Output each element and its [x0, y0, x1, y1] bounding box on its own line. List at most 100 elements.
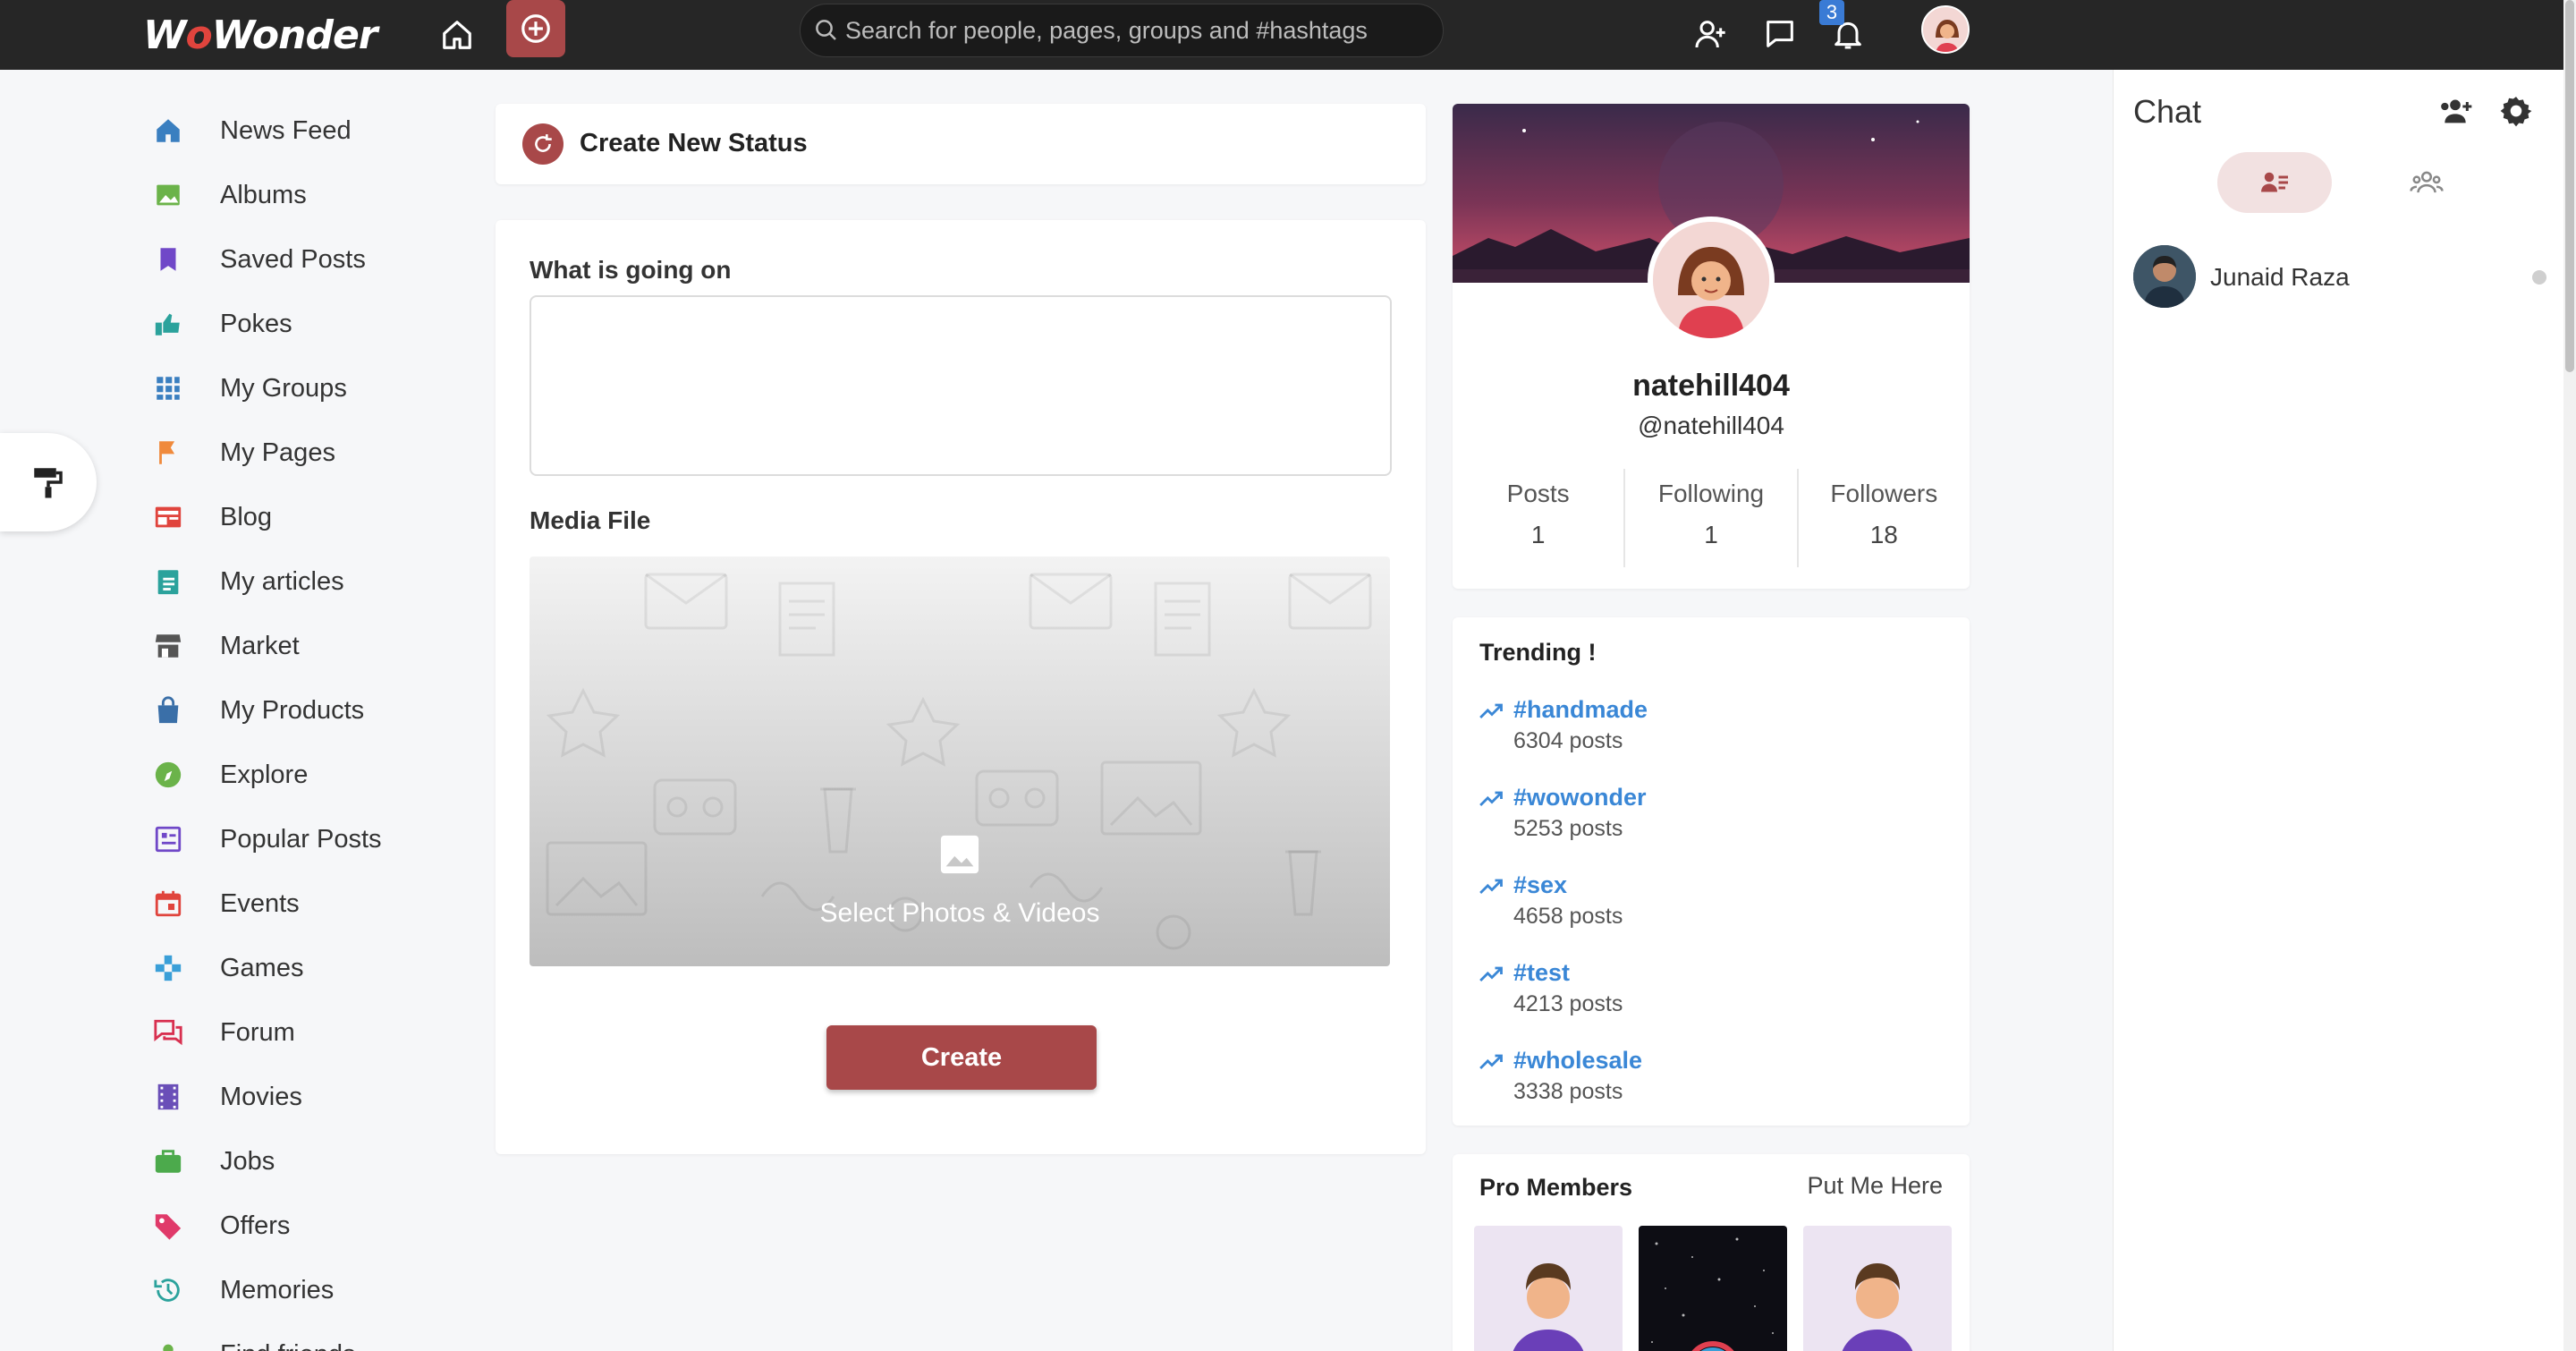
status-textarea[interactable] [530, 295, 1392, 476]
sidebar-item-blog[interactable]: Blog [147, 485, 469, 549]
grid-icon [150, 370, 186, 406]
trending-up-icon [1479, 966, 1503, 981]
trending-hashtag[interactable]: #wholesale [1513, 1047, 1642, 1075]
sidebar-item-forum[interactable]: Forum [147, 1000, 469, 1065]
flag-icon [150, 435, 186, 471]
sidebar-item-popular-posts[interactable]: Popular Posts [147, 807, 469, 871]
sidebar-item-label: Explore [220, 760, 309, 789]
sidebar-item-my-products[interactable]: My Products [147, 678, 469, 743]
sidebar-item-saved-posts[interactable]: Saved Posts [147, 227, 469, 292]
create-status-button[interactable]: Create [826, 1025, 1097, 1090]
trending-item[interactable]: #wowonder 5253 posts [1479, 784, 1945, 855]
chat-tab-users[interactable] [2217, 152, 2332, 213]
trending-hashtag[interactable]: #sex [1513, 871, 1567, 899]
trending-item[interactable]: #wholesale 3338 posts [1479, 1047, 1945, 1118]
trending-up-icon [1479, 879, 1503, 894]
sidebar-item-label: Events [220, 888, 300, 918]
sidebar-item-news-feed[interactable]: News Feed [147, 98, 469, 163]
forum-icon [150, 1015, 186, 1050]
trending-hashtag[interactable]: #test [1513, 959, 1570, 987]
sidebar-item-my-articles[interactable]: My articles [147, 549, 469, 614]
stat-value: 1 [1530, 521, 1546, 548]
sidebar-item-label: My Products [220, 695, 365, 725]
sidebar-item-pokes[interactable]: Pokes [147, 292, 469, 356]
sidebar-item-market[interactable]: Market [147, 614, 469, 678]
select-media-label: Select Photos & Videos [819, 898, 1100, 928]
trending-post-count: 6304 posts [1513, 728, 1623, 753]
contact-list-icon [2261, 172, 2288, 192]
chat-user-item[interactable]: Junaid Raza [2133, 245, 2554, 311]
chat-settings-gear-icon[interactable] [2495, 89, 2538, 132]
list-box-icon [150, 821, 186, 857]
profile-stats: Posts 1 Following 1 Followers 18 [1453, 469, 1970, 567]
clipboard-icon [150, 564, 186, 599]
stat-value: 18 [1869, 521, 1898, 548]
home-icon[interactable] [433, 11, 481, 59]
stat-followers[interactable]: Followers 18 [1796, 469, 1970, 567]
theme-paint-button[interactable] [0, 433, 97, 531]
sidebar-item-explore[interactable]: Explore [147, 743, 469, 807]
scrollbar-thumb[interactable] [2565, 0, 2574, 372]
chat-title: Chat [2133, 93, 2202, 130]
sidebar-item-movies[interactable]: Movies [147, 1065, 469, 1129]
sidebar-item-label: My Groups [220, 373, 347, 403]
pro-member-avatar[interactable] [1639, 1226, 1787, 1351]
sidebar-item-label: Saved Posts [220, 244, 366, 274]
sidebar-item-events[interactable]: Events [147, 871, 469, 936]
stat-label: Followers [1830, 480, 1938, 507]
put-me-here-link[interactable]: Put Me Here [1807, 1172, 1943, 1200]
chat-tab-groups[interactable] [2369, 152, 2484, 213]
sidebar-item-label: My articles [220, 566, 344, 596]
page-scrollbar[interactable] [2563, 0, 2576, 1351]
trending-item[interactable]: #sex 4658 posts [1479, 871, 1945, 943]
messages-icon[interactable] [1755, 9, 1805, 59]
profile-handle: @natehill404 [1638, 412, 1784, 439]
trending-hashtag[interactable]: #wowonder [1513, 784, 1647, 811]
hand-point-icon [150, 306, 186, 342]
trending-up-icon [1479, 791, 1503, 806]
add-group-icon[interactable] [2434, 89, 2477, 132]
sidebar-item-games[interactable]: Games [147, 936, 469, 1000]
sidebar-item-my-groups[interactable]: My Groups [147, 356, 469, 421]
trending-hashtag[interactable]: #handmade [1513, 696, 1648, 724]
sidebar-item-my-pages[interactable]: My Pages [147, 421, 469, 485]
sidebar-item-label: Forum [220, 1017, 295, 1047]
profile-avatar[interactable] [1648, 217, 1775, 344]
sidebar-item-find-friends[interactable]: Find friends [147, 1322, 469, 1351]
search-input[interactable] [845, 4, 1427, 56]
gamepad-icon [150, 950, 186, 986]
stat-posts[interactable]: Posts 1 [1453, 469, 1623, 567]
refresh-icon [522, 123, 564, 165]
create-post-button[interactable] [506, 0, 565, 57]
sidebar-item-jobs[interactable]: Jobs [147, 1129, 469, 1194]
stat-following[interactable]: Following 1 [1623, 469, 1796, 567]
user-avatar[interactable] [1921, 5, 1970, 54]
status-text-label: What is going on [530, 256, 732, 284]
chat-user-status-dot [2532, 270, 2546, 285]
pro-member-avatar[interactable] [1474, 1226, 1623, 1351]
compass-icon [150, 757, 186, 793]
sidebar-item-memories[interactable]: Memories [147, 1258, 469, 1322]
search-icon [816, 20, 836, 40]
sidebar-item-label: Movies [220, 1082, 302, 1111]
add-friend-icon[interactable] [1685, 9, 1735, 59]
create-status-form: What is going on Media File Select Photo… [496, 220, 1426, 1154]
chat-panel: Chat Junaid Raza [2113, 70, 2563, 1351]
media-file-label: Media File [530, 506, 651, 534]
store-icon [150, 628, 186, 664]
calendar-icon [150, 886, 186, 922]
site-logo[interactable]: Wo Wonder [143, 5, 377, 64]
profile-name[interactable]: natehill404 [1453, 369, 1970, 404]
pro-member-avatar[interactable] [1803, 1226, 1952, 1351]
profile-card: natehill404 @natehill404 Posts 1 Followi… [1453, 104, 1970, 589]
sidebar-item-label: Jobs [220, 1146, 275, 1176]
film-icon [150, 1079, 186, 1115]
trending-item[interactable]: #test 4213 posts [1479, 959, 1945, 1031]
media-upload-area[interactable]: Select Photos & Videos [530, 557, 1390, 966]
paint-roller-icon [34, 468, 63, 498]
trending-item[interactable]: #handmade 6304 posts [1479, 696, 1945, 768]
sidebar-item-label: Games [220, 953, 304, 982]
sidebar-item-offers[interactable]: Offers [147, 1194, 469, 1258]
sidebar-item-label: Popular Posts [220, 824, 382, 854]
sidebar-item-albums[interactable]: Albums [147, 163, 469, 227]
